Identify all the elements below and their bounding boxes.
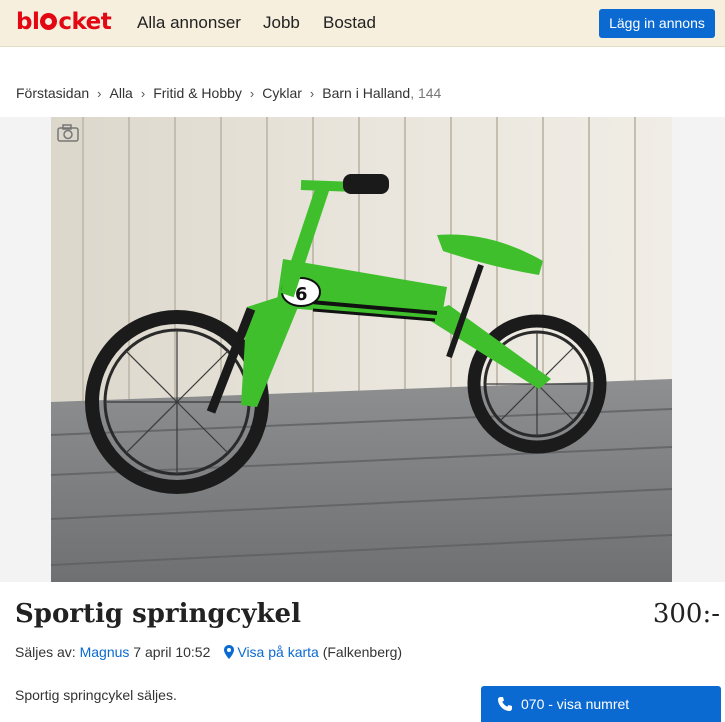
breadcrumb-current: Barn i Halland [322, 85, 411, 101]
chevron-right-icon: › [249, 86, 255, 101]
breadcrumb-all[interactable]: Alla [110, 85, 133, 101]
logo-text-start: bl [16, 9, 40, 35]
ad-price: 300:- [652, 599, 720, 629]
ad-meta: Säljes av: Magnus 7 april 10:52 Visa på k… [15, 643, 402, 661]
phone-icon [498, 697, 512, 711]
chevron-right-icon: › [97, 86, 102, 101]
logo-text-end: cket [58, 9, 112, 35]
bike-photo-image: 6 [51, 117, 672, 582]
ad-title: Sportig springcykel [15, 599, 301, 629]
map-pin-icon [224, 645, 235, 659]
phone-button-label: 070 - visa numret [521, 696, 630, 712]
logo-dot-icon [40, 13, 58, 30]
sold-by-label: Säljes av: [15, 644, 76, 660]
breadcrumb-leisure[interactable]: Fritid & Hobby [153, 85, 242, 101]
nav-all-ads[interactable]: Alla annonser [137, 13, 241, 33]
nav-housing[interactable]: Bostad [323, 13, 376, 33]
show-phone-button[interactable]: 070 - visa numret [481, 686, 721, 722]
breadcrumb-bikes[interactable]: Cyklar [262, 85, 302, 101]
ad-location: (Falkenberg) [322, 644, 403, 660]
breadcrumb: Förstasidan › Alla › Fritid & Hobby › Cyklar › B… [16, 84, 441, 103]
show-on-map-link[interactable]: Visa på karta [237, 644, 318, 660]
post-ad-button[interactable]: Lägg in annons [599, 9, 715, 38]
ad-date: 7 april 10:52 [133, 644, 211, 660]
blocket-logo[interactable]: bl cket [16, 8, 112, 36]
breadcrumb-count: , 144 [410, 85, 442, 101]
ad-photo[interactable]: 6 [51, 117, 672, 582]
ad-image-area: 6 [0, 117, 725, 582]
ad-description: Sportig springcykel säljes. [15, 687, 177, 703]
chevron-right-icon: › [309, 86, 315, 101]
nav-jobs[interactable]: Jobb [263, 13, 300, 33]
top-bar: bl cket Alla annonser Jobb Bostad Lägg in… [0, 0, 725, 47]
seller-link[interactable]: Magnus [80, 644, 130, 660]
camera-icon [57, 124, 79, 142]
chevron-right-icon: › [140, 86, 146, 101]
breadcrumb-home[interactable]: Förstasidan [16, 85, 89, 101]
